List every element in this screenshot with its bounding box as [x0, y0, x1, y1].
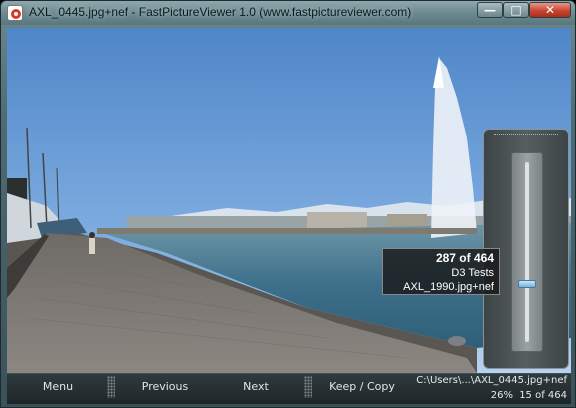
minimize-button[interactable]: —	[477, 2, 503, 18]
close-icon: ✕	[544, 3, 556, 17]
minimize-icon: —	[484, 3, 496, 17]
image-info-overlay: 287 of 464 D3 Tests AXL_1990.jpg+nef	[382, 248, 500, 295]
zoom-panel-grip[interactable]	[494, 134, 558, 137]
window-title: AXL_0445.jpg+nef - FastPictureViewer 1.0…	[29, 5, 412, 19]
folder-name: D3 Tests	[451, 267, 494, 279]
toolbar-separator	[107, 376, 115, 398]
app-icon[interactable]	[7, 5, 23, 21]
zoom-level: 26%	[490, 390, 513, 401]
app-window: AXL_0445.jpg+nef - FastPictureViewer 1.0…	[0, 0, 576, 408]
maximize-icon: □	[510, 3, 522, 17]
image-count: 15 of 464	[519, 390, 567, 401]
previous-button[interactable]: Previous	[125, 378, 205, 396]
next-button[interactable]: Next	[225, 378, 287, 396]
zoom-slider-thumb[interactable]	[518, 280, 536, 289]
close-button[interactable]: ✕	[529, 2, 571, 18]
zoom-slider-track[interactable]	[525, 162, 529, 342]
keep-copy-button[interactable]: Keep / Copy	[317, 378, 407, 396]
menu-button[interactable]: Menu	[25, 378, 91, 396]
image-position: 287 of 464	[435, 251, 494, 265]
maximize-button[interactable]: □	[503, 2, 529, 18]
file-path: C:\Users\...\AXL_0445.jpg+nef	[416, 375, 567, 386]
toolbar-separator	[304, 376, 312, 398]
title-bar[interactable]: AXL_0445.jpg+nef - FastPictureViewer 1.0…	[1, 1, 575, 25]
overlay-filename: AXL_1990.jpg+nef	[403, 281, 494, 293]
bottom-toolbar: Menu Previous Next Keep / Copy C:\Users\…	[7, 374, 571, 404]
